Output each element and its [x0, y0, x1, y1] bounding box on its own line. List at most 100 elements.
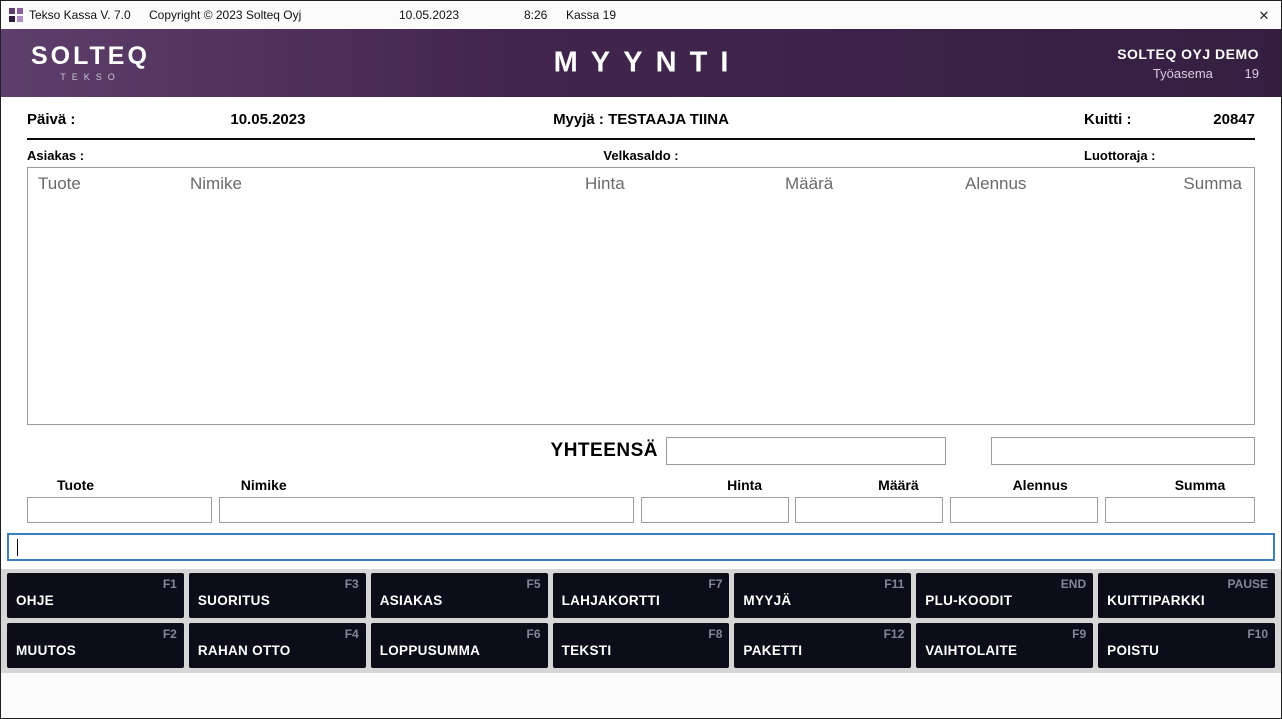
receipt-number-info: Kuitti : 20847	[729, 111, 1255, 128]
copyright-text: Copyright © 2023 Solteq Oyj	[149, 8, 302, 22]
fkey-label: F4	[344, 627, 359, 641]
date-value: 10.05.2023	[230, 111, 306, 128]
summa-input[interactable]	[1104, 497, 1255, 523]
fkey-label: F2	[162, 627, 177, 641]
receipt-info-row: Päivä : 10.05.2023 Myyjä : TESTAAJA TIIN…	[27, 97, 1255, 128]
fkey-label: F7	[708, 577, 723, 591]
total-row: YHTEENSÄ	[27, 437, 1255, 465]
fkey-label: END	[1060, 577, 1087, 591]
total-amount-input[interactable]	[666, 437, 946, 465]
titlebar-date: 10.05.2023	[399, 8, 460, 22]
store-name: SOLTEQ OYJ DEMO	[1117, 45, 1259, 62]
logo-text-solteq: SOLTEQ	[31, 42, 150, 70]
header-banner: SOLTEQ TEKSO MYYNTI SOLTEQ OYJ DEMO Työa…	[1, 29, 1281, 97]
page-title: MYYNTI	[553, 46, 742, 79]
fkey-label: F9	[1072, 627, 1087, 641]
column-header-tuote: Tuote	[38, 174, 81, 193]
line-entry-row: Tuote Nimike Hinta Määrä Alennus Summa	[27, 477, 1255, 523]
seller-info: Myyjä : TESTAAJA TIINA	[553, 111, 729, 128]
ohje-button[interactable]: F1 OHJE	[7, 573, 184, 618]
app-icon	[9, 8, 23, 22]
function-key-bar: F1 OHJE F3 SUORITUS F5 ASIAKAS F7 LAHJAK…	[1, 569, 1281, 673]
date-info: Päivä : 10.05.2023	[27, 111, 553, 128]
rahan-otto-button[interactable]: F4 RAHAN OTTO	[188, 623, 366, 668]
customer-label: Asiakas :	[27, 148, 85, 163]
loppusumma-button[interactable]: F6 LOPPUSUMMA	[370, 623, 548, 668]
suoritus-button[interactable]: F3 SUORITUS	[188, 573, 366, 618]
total-secondary-input[interactable]	[991, 437, 1255, 465]
entry-group-tuote: Tuote	[27, 477, 212, 523]
tuote-input[interactable]	[27, 497, 212, 523]
logo-text-tekso: TEKSO	[60, 72, 121, 82]
entry-group-hinta: Hinta	[640, 477, 789, 523]
titlebar: Tekso Kassa V. 7.0 Copyright © 2023 Solt…	[1, 1, 1281, 29]
fkey-label: F11	[884, 577, 905, 591]
tuote-field-label: Tuote	[57, 477, 95, 493]
column-header-hinta: Hinta	[585, 174, 625, 193]
fkey-label: F6	[526, 627, 541, 641]
nimike-field-label: Nimike	[240, 477, 287, 493]
alennus-field-label: Alennus	[1012, 477, 1068, 493]
teksti-button[interactable]: F8 TEKSTI	[552, 623, 730, 668]
column-header-maara: Määrä	[785, 174, 834, 193]
receipt-number: 20847	[1213, 111, 1255, 128]
hinta-field-label: Hinta	[727, 477, 763, 493]
entry-group-summa: Summa	[1104, 477, 1255, 523]
main-content: Päivä : 10.05.2023 Myyjä : TESTAAJA TIIN…	[1, 97, 1281, 523]
fkey-label: F10	[1247, 627, 1268, 641]
divider-line	[27, 138, 1255, 140]
column-header-summa: Summa	[1183, 174, 1242, 193]
nimike-input[interactable]	[218, 497, 634, 523]
fkey-label: PAUSE	[1227, 577, 1268, 591]
fkey-label: F8	[708, 627, 723, 641]
command-row	[1, 523, 1281, 569]
lahjakortti-button[interactable]: F7 LAHJAKORTTI	[552, 573, 730, 618]
workstation-number: 19	[1244, 65, 1259, 81]
seller-value: TESTAAJA TIINA	[608, 111, 729, 128]
titlebar-time: 8:26	[524, 8, 548, 22]
hinta-input[interactable]	[640, 497, 789, 523]
poistu-button[interactable]: F10 POISTU	[1098, 623, 1275, 668]
plu-koodit-button[interactable]: END PLU-KOODIT	[916, 573, 1094, 618]
vaihtolaite-button[interactable]: F9 VAIHTOLAITE	[916, 623, 1094, 668]
fkey-label: F12	[883, 627, 905, 641]
date-label: Päivä :	[27, 111, 76, 128]
close-icon: ✕	[1258, 8, 1270, 23]
myyja-button[interactable]: F11 MYYJÄ	[734, 573, 912, 618]
solteq-logo: SOLTEQ TEKSO	[31, 42, 150, 83]
receipt-label: Kuitti :	[1084, 111, 1132, 128]
workstation-info: Työasema 19	[1117, 66, 1259, 81]
bottom-strip	[1, 673, 1281, 718]
summa-field-label: Summa	[1174, 477, 1226, 493]
fkey-label: F1	[162, 577, 177, 591]
seller-label: Myyjä :	[553, 111, 604, 128]
text-caret	[17, 538, 18, 556]
app-title: Tekso Kassa V. 7.0	[29, 8, 131, 22]
close-button[interactable]: ✕	[1247, 1, 1281, 29]
app-window: Tekso Kassa V. 7.0 Copyright © 2023 Solt…	[0, 0, 1282, 719]
fkey-label: F3	[344, 577, 359, 591]
maara-input[interactable]	[795, 497, 944, 523]
titlebar-register: Kassa 19	[566, 8, 617, 22]
entry-group-maara: Määrä	[795, 477, 944, 523]
column-header-alennus: Alennus	[965, 174, 1027, 193]
total-label: YHTEENSÄ	[550, 440, 658, 461]
header-right-block: SOLTEQ OYJ DEMO Työasema 19	[1117, 46, 1259, 81]
column-header-nimike: Nimike	[190, 174, 242, 193]
sale-table-header: Tuote Nimike Hinta Määrä Alennus Summa	[28, 168, 1254, 194]
sale-lines-table: Tuote Nimike Hinta Määrä Alennus Summa	[27, 167, 1255, 425]
entry-group-nimike: Nimike	[218, 477, 634, 523]
asiakas-button[interactable]: F5 ASIAKAS	[370, 573, 548, 618]
command-input[interactable]	[7, 533, 1275, 561]
paketti-button[interactable]: F12 PAKETTI	[734, 623, 912, 668]
muutos-button[interactable]: F2 MUUTOS	[7, 623, 184, 668]
kuittiparkki-button[interactable]: PAUSE KUITTIPARKKI	[1098, 573, 1275, 618]
fkey-label: F5	[526, 577, 541, 591]
workstation-label: Työasema	[1152, 65, 1213, 81]
debt-balance-label: Velkasaldo :	[603, 148, 679, 163]
alennus-input[interactable]	[950, 497, 1099, 523]
customer-info-row: Asiakas : Velkasaldo : Luottoraja :	[27, 148, 1255, 163]
maara-field-label: Määrä	[878, 477, 919, 493]
credit-limit-label: Luottoraja :	[1084, 148, 1156, 163]
entry-group-alennus: Alennus	[950, 477, 1099, 523]
